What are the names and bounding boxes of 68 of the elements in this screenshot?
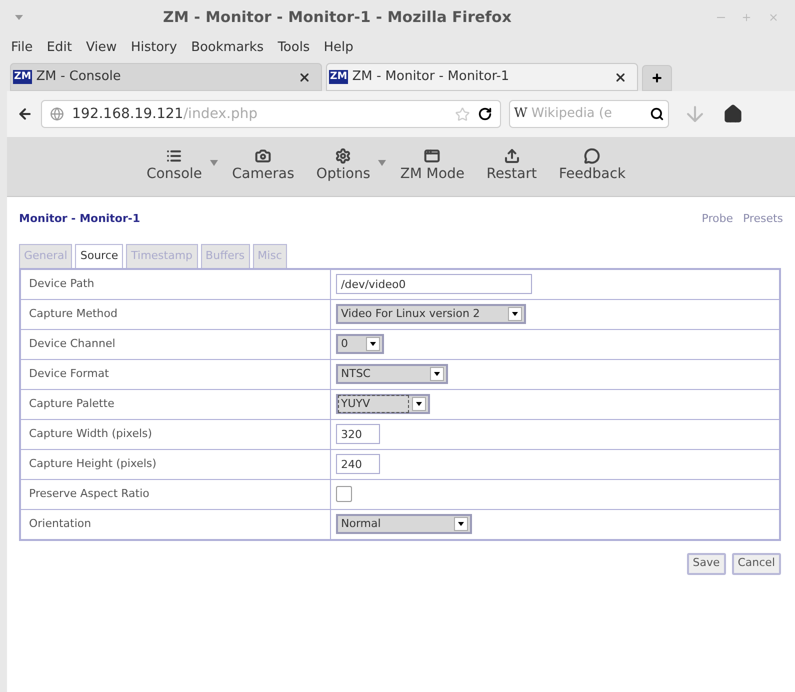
- list-icon: [166, 148, 182, 164]
- menu-item[interactable]: Edit: [46, 38, 72, 58]
- menu-item[interactable]: File: [11, 38, 33, 58]
- toolbar-button[interactable]: Console: [138, 148, 210, 185]
- menu-item[interactable]: Bookmarks: [191, 38, 264, 58]
- toolbar-button[interactable]: Cameras: [224, 148, 302, 185]
- close-tab-icon[interactable]: [614, 70, 627, 84]
- reload-icon[interactable]: [478, 107, 492, 121]
- upload-icon: [504, 148, 520, 164]
- select-dropdown[interactable]: YUYV: [336, 394, 430, 414]
- toolbar-button[interactable]: ZM Mode: [392, 148, 473, 185]
- field-label: Capture Method: [21, 300, 331, 328]
- menu-item[interactable]: Help: [324, 38, 354, 58]
- maximize-icon[interactable]: [741, 12, 752, 23]
- toolbar-button[interactable]: Feedback: [550, 148, 634, 185]
- field-label: Device Path: [21, 270, 331, 298]
- camera-icon: [255, 148, 272, 164]
- window-title: ZM - Monitor - Monitor-1 - Mozilla Firefox: [163, 7, 512, 28]
- select-dropdown[interactable]: 0: [336, 334, 384, 354]
- tab-favicon: ZM: [13, 70, 32, 84]
- field-label: Capture Palette: [21, 390, 331, 418]
- back-icon[interactable]: [17, 106, 33, 122]
- menu-item[interactable]: View: [86, 38, 117, 58]
- form-button[interactable]: Save: [686, 552, 726, 574]
- gear-icon: [335, 148, 352, 164]
- form-tab[interactable]: Source: [75, 244, 124, 268]
- bookmark-star-icon[interactable]: [455, 106, 470, 122]
- text-field[interactable]: /dev/video0: [336, 274, 532, 294]
- search-placeholder: Wikipedia (e: [531, 105, 613, 124]
- close-tab-icon[interactable]: [298, 70, 311, 84]
- window-icon: [424, 148, 440, 164]
- page-heading: Monitor - Monitor-1: [19, 211, 140, 227]
- field-label: Preserve Aspect Ratio: [21, 480, 331, 508]
- speech-bubble-icon: [584, 148, 600, 164]
- globe-icon: [50, 107, 64, 121]
- field-label: Device Channel: [21, 330, 331, 358]
- select-dropdown[interactable]: Normal: [336, 514, 472, 534]
- form-button[interactable]: Cancel: [732, 552, 781, 574]
- checkbox[interactable]: [336, 486, 352, 502]
- text-field[interactable]: 320: [336, 424, 380, 444]
- toolbar-button[interactable]: Options: [308, 148, 378, 185]
- tab-title: ZM - Console: [36, 68, 122, 86]
- field-label: Capture Width (pixels): [21, 420, 331, 448]
- window-menu-icon[interactable]: [15, 15, 23, 20]
- home-icon[interactable]: [723, 104, 743, 124]
- dropdown-arrow-icon[interactable]: [210, 160, 218, 166]
- new-tab-button[interactable]: [642, 65, 672, 91]
- browser-tab[interactable]: ZM ZM - Monitor - Monitor-1: [326, 63, 638, 91]
- browser-tab[interactable]: ZM ZM - Console: [10, 63, 322, 91]
- select-dropdown[interactable]: NTSC: [336, 364, 448, 384]
- tab-title: ZM - Monitor - Monitor-1: [352, 68, 510, 86]
- menu-item[interactable]: History: [130, 38, 178, 58]
- field-label: Capture Height (pixels): [21, 450, 331, 478]
- search-field[interactable]: W Wikipedia (e: [509, 100, 669, 128]
- toolbar-button[interactable]: Restart: [478, 148, 545, 185]
- plus-icon: [651, 72, 663, 84]
- text-field[interactable]: 240: [336, 454, 380, 474]
- url-text: 192.168.19.121/index.php: [72, 104, 258, 124]
- search-engine-label[interactable]: W: [514, 104, 528, 124]
- field-label: Orientation: [21, 510, 331, 538]
- field-label: Device Format: [21, 360, 331, 388]
- close-icon[interactable]: [768, 12, 779, 23]
- tab-favicon: ZM: [329, 70, 348, 84]
- menu-item[interactable]: Tools: [278, 38, 310, 58]
- select-dropdown[interactable]: Video For Linux version 2: [336, 304, 526, 324]
- dropdown-arrow-icon[interactable]: [378, 160, 386, 166]
- search-icon[interactable]: [650, 107, 664, 121]
- address-bar[interactable]: 192.168.19.121/index.php: [41, 100, 501, 128]
